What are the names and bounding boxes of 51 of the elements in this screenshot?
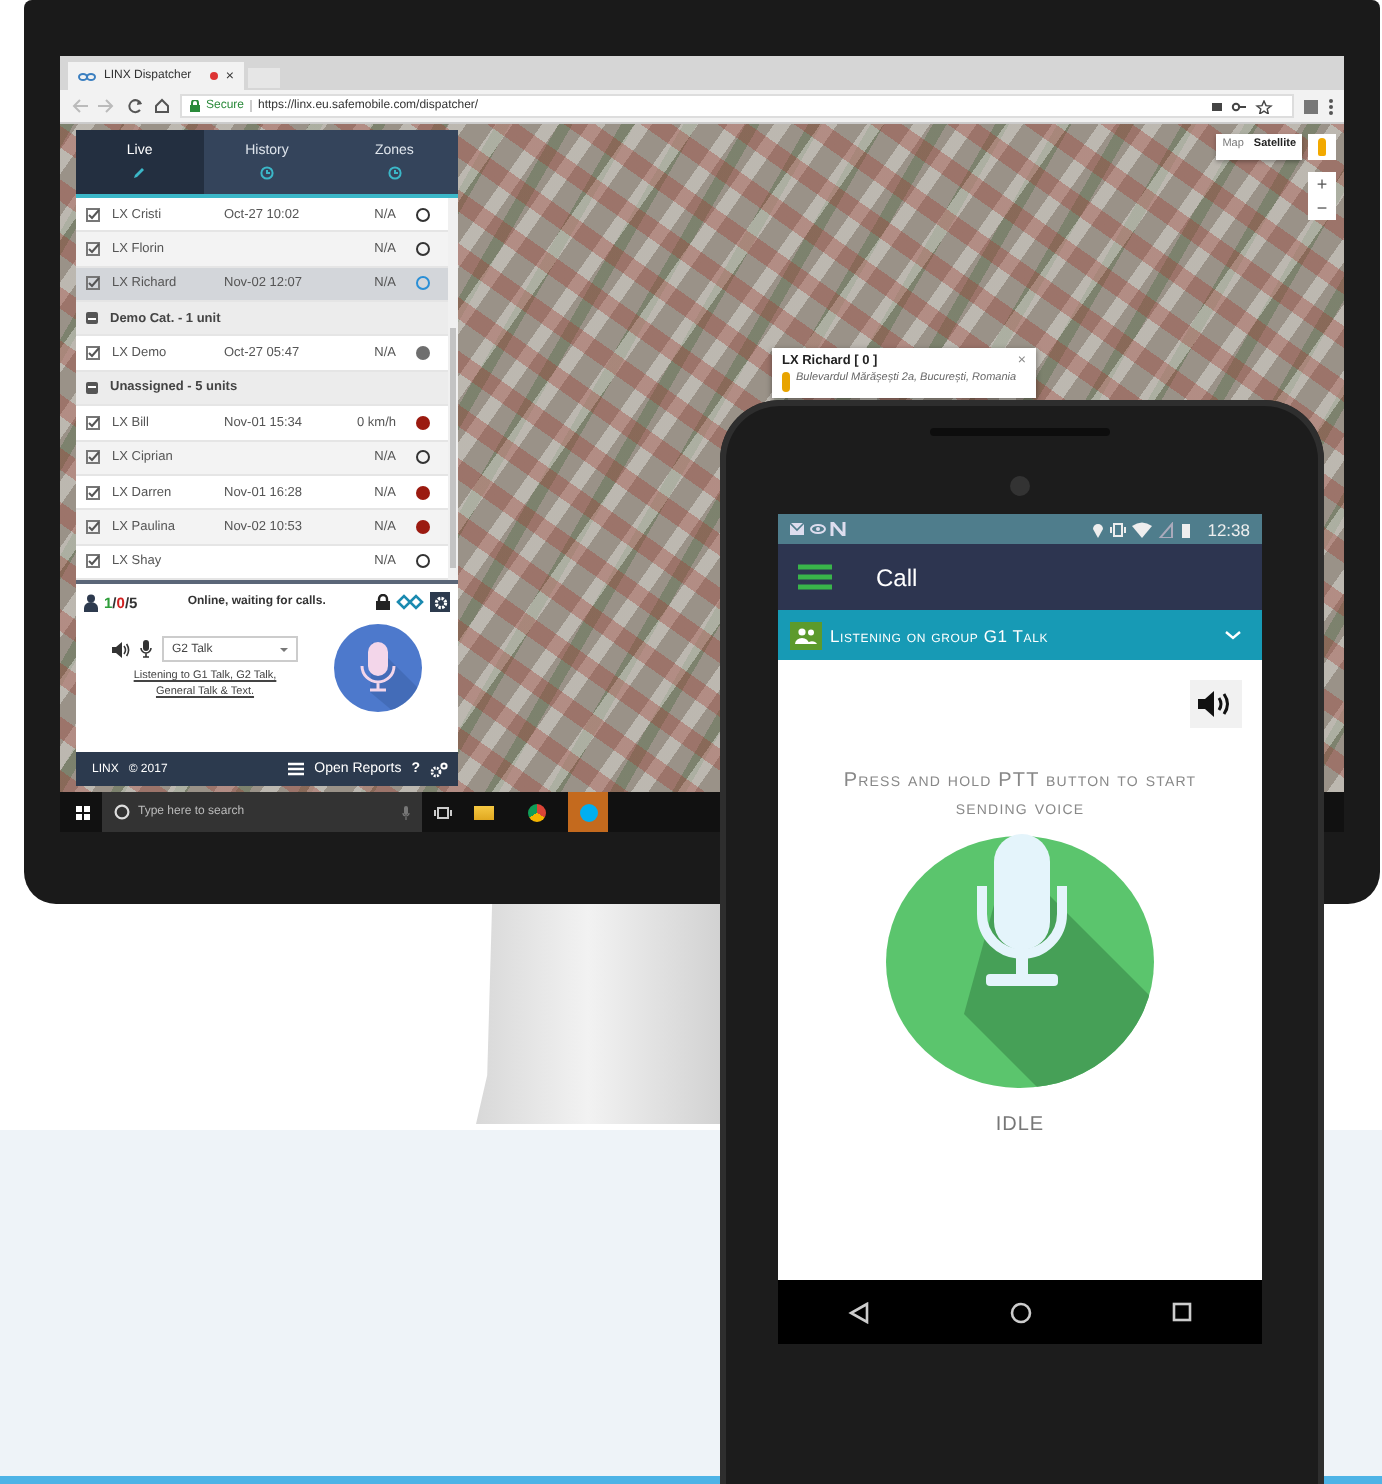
push-to-talk-button[interactable]	[334, 624, 422, 712]
speaker-icon[interactable]	[112, 641, 130, 658]
scrollbar[interactable]	[448, 198, 458, 580]
speaker-icon	[1198, 690, 1234, 718]
list-icon	[288, 762, 305, 776]
pegman-icon	[782, 372, 790, 392]
recents-icon[interactable]	[1172, 1302, 1192, 1322]
screen-title: Call	[876, 563, 918, 591]
camera-lens	[1010, 476, 1030, 496]
checkbox[interactable]	[86, 242, 100, 257]
checkbox[interactable]	[86, 554, 100, 569]
clock-icon	[260, 166, 274, 180]
diamond-logo-icon	[396, 594, 424, 610]
pencil-icon	[132, 166, 147, 180]
menu-icon[interactable]	[1328, 97, 1334, 115]
lock-icon	[190, 100, 200, 112]
checkbox[interactable]	[86, 207, 100, 222]
task-view-icon[interactable]	[434, 805, 452, 819]
windows-start-icon[interactable]	[76, 805, 90, 819]
gears-icon[interactable]	[430, 761, 448, 777]
collapse-icon[interactable]	[86, 312, 98, 325]
chevron-down-icon[interactable]	[1224, 630, 1242, 640]
extension-icon[interactable]	[1304, 99, 1318, 113]
settings-button[interactable]	[430, 592, 450, 612]
back-icon[interactable]	[848, 1301, 870, 1323]
collapse-icon[interactable]	[86, 381, 98, 394]
checkbox[interactable]	[86, 276, 100, 291]
microphone-icon[interactable]	[140, 640, 152, 659]
user-icon	[84, 593, 98, 611]
clock-icon	[387, 166, 402, 180]
reload-icon[interactable]	[128, 98, 144, 114]
checkbox[interactable]	[86, 415, 100, 430]
link-icon	[78, 71, 96, 81]
notification-icons	[790, 522, 850, 536]
zoom-out-button[interactable]: −	[1308, 196, 1336, 220]
menu-icon[interactable]	[798, 564, 832, 590]
push-to-talk-button[interactable]	[884, 834, 1156, 1090]
checkbox[interactable]	[86, 485, 100, 500]
lock-icon[interactable]	[376, 594, 390, 610]
group-icon	[790, 621, 822, 649]
instruction-text: Press and hold PTT button to start sending voice	[841, 768, 1199, 822]
status-time: 12:38	[1207, 519, 1250, 539]
call-state: IDLE	[995, 1114, 1045, 1136]
home-icon[interactable]	[154, 98, 170, 114]
zoom-in-button[interactable]: +	[1308, 172, 1336, 196]
circle-icon	[114, 804, 130, 820]
checkbox[interactable]	[86, 346, 100, 361]
speaker-button[interactable]	[1190, 680, 1242, 728]
checkbox[interactable]	[86, 450, 100, 465]
recording-dot-icon	[209, 72, 218, 80]
checkbox[interactable]	[86, 519, 100, 534]
